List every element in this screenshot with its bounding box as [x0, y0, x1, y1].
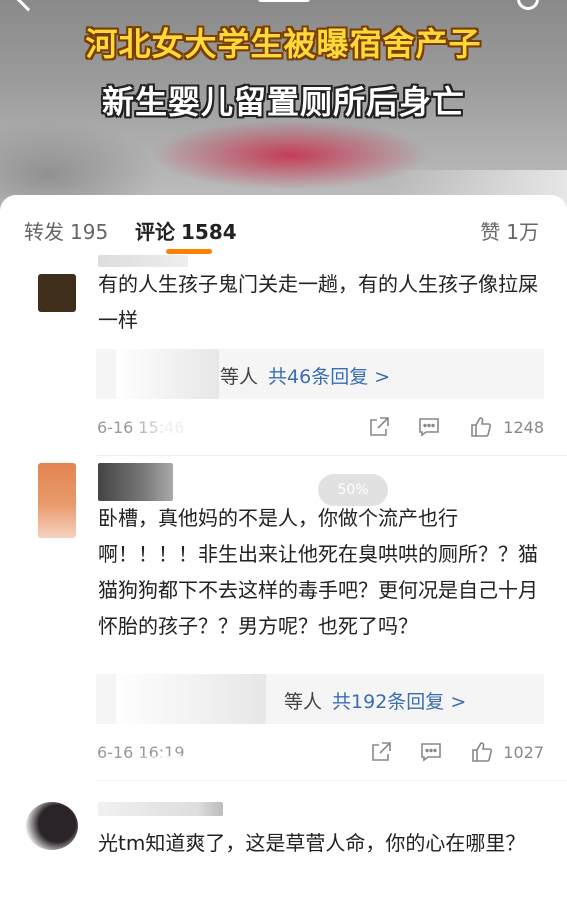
- like-count: 1027: [503, 743, 544, 762]
- nav-title: [258, 0, 310, 2]
- reply-summary[interactable]: 等人 共192条回复 >: [96, 674, 544, 724]
- reply-summary-text: 等人 共192条回复 >: [284, 687, 466, 714]
- avatar[interactable]: [26, 802, 78, 850]
- tab-comments[interactable]: 评论 1584: [135, 216, 237, 245]
- tab-likes-count: 1万: [506, 220, 539, 244]
- divider: [97, 780, 567, 781]
- reply-summary[interactable]: 等人 共46条回复 >: [96, 349, 544, 399]
- tab-repost[interactable]: 转发 195: [24, 216, 108, 245]
- search-icon[interactable]: [517, 0, 539, 10]
- tab-bar: 转发 195 评论 1584 赞 1万: [0, 195, 567, 257]
- thumbs-up-icon[interactable]: [469, 415, 493, 439]
- tab-likes[interactable]: 赞 1万: [480, 216, 539, 245]
- share-icon[interactable]: [367, 415, 391, 439]
- reply-suffix: 等人: [284, 691, 323, 713]
- video-headline-line2: 新生婴儿留置厕所后身亡: [101, 83, 465, 121]
- thumbs-up-icon[interactable]: [470, 740, 494, 764]
- comment-text: 光tm知道爽了，这是草菅人命，你的心在哪里？: [98, 831, 526, 855]
- tab-likes-label: 赞: [480, 220, 501, 244]
- tab-comments-label: 评论: [135, 220, 175, 244]
- reply-count-link[interactable]: 共192条回复 >: [332, 691, 466, 713]
- comment-icon[interactable]: [419, 740, 443, 764]
- reply-suffix: 等人: [220, 366, 259, 388]
- reply-count-link[interactable]: 共46条回复 >: [268, 366, 390, 388]
- divider: [97, 455, 567, 456]
- back-icon[interactable]: [16, 0, 40, 12]
- share-icon[interactable]: [369, 740, 393, 764]
- time-blur: [131, 417, 191, 439]
- active-tab-indicator: [166, 249, 212, 254]
- like-count: 1248: [503, 418, 544, 437]
- avatar[interactable]: [38, 463, 76, 538]
- tab-repost-count: 195: [70, 220, 109, 244]
- comment-meta: 6-16 15:46 1248: [97, 415, 544, 441]
- avatar[interactable]: [38, 274, 76, 312]
- time-blur: [131, 756, 191, 768]
- username-blurred[interactable]: [98, 802, 223, 816]
- comment-icon[interactable]: [417, 415, 441, 439]
- tab-repost-label: 转发: [24, 220, 64, 244]
- username-blurred[interactable]: [98, 463, 173, 501]
- reply-avatars-blurred: [116, 349, 219, 399]
- reply-avatars-blurred: [116, 674, 266, 724]
- comment-text: 卧槽，真他妈的不是人，你做个流产也行啊！！！！非生出来让他死在臭哄哄的厕所？？猫…: [98, 506, 538, 638]
- video-headline-line1: 河北女大学生被曝宿舍产子: [85, 25, 482, 63]
- comment-meta: 6-16 16:19 1027: [97, 740, 544, 768]
- comment-text: 有的人生孩子鬼门关走一趟，有的人生孩子像拉屎一样: [98, 272, 538, 332]
- reply-summary-text: 等人 共46条回复 >: [220, 362, 390, 389]
- tab-comments-count: 1584: [181, 220, 237, 244]
